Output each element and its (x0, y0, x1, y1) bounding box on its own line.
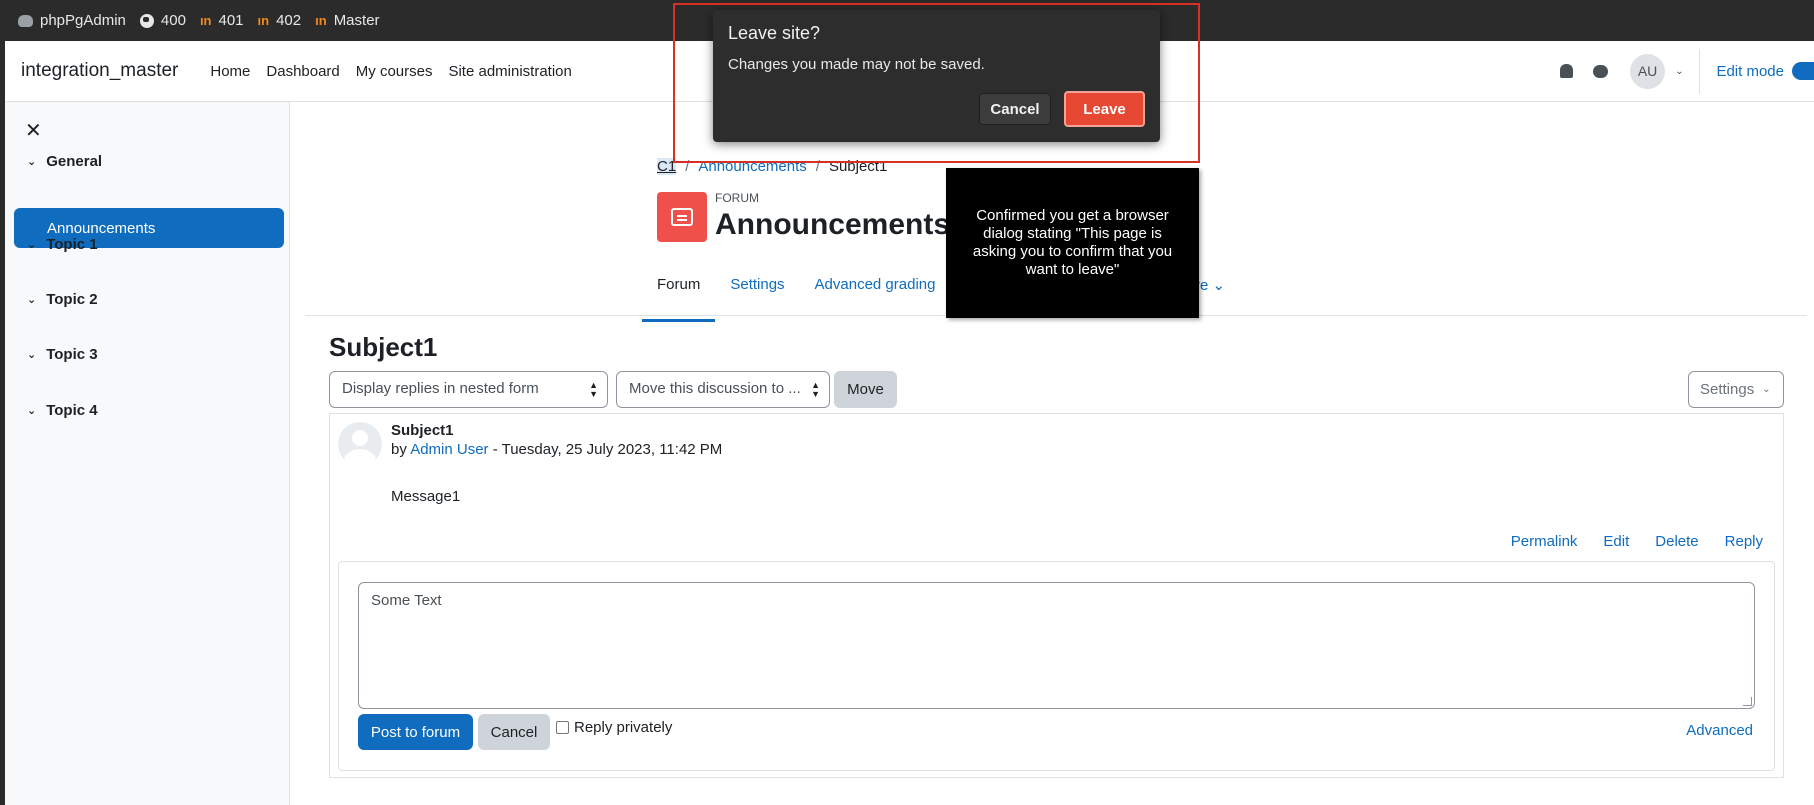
chevron-down-icon[interactable]: ⌄ (27, 348, 36, 361)
nav-home[interactable]: Home (210, 63, 250, 80)
delete-link[interactable]: Delete (1655, 533, 1698, 550)
chevron-down-icon[interactable]: ⌄ (27, 238, 36, 251)
display-mode-value: Display replies in nested form (342, 380, 539, 397)
sidebar-item-label: Announcements (47, 219, 156, 237)
section-label: Topic 2 (46, 291, 98, 308)
annotation-callout: Confirmed you get a browser dialog stati… (946, 168, 1199, 318)
move-discussion-select[interactable]: Move this discussion to ... ▲ ▼ (616, 371, 830, 408)
discussion-settings-button[interactable]: Settings ⌄ (1688, 371, 1784, 408)
activity-type-label: FORUM (715, 191, 759, 205)
permalink-link[interactable]: Permalink (1511, 533, 1578, 550)
nav-my-courses[interactable]: My courses (356, 63, 433, 80)
bookmark-label: phpPgAdmin (40, 12, 126, 29)
select-arrows-icon: ▲ ▼ (811, 380, 820, 399)
section-topic-1[interactable]: ⌄ Topic 1 (27, 236, 98, 253)
section-topic-2[interactable]: ⌄ Topic 2 (27, 291, 98, 308)
move-button[interactable]: Move (834, 371, 897, 408)
dialog-title: Leave site? (728, 23, 821, 43)
nav-dashboard[interactable]: Dashboard (266, 63, 339, 80)
post-to-forum-button[interactable]: Post to forum (358, 714, 473, 750)
advanced-link[interactable]: Advanced (1686, 722, 1753, 739)
chevron-down-icon[interactable]: ⌄ (1675, 66, 1683, 77)
site-brand[interactable]: integration_master (21, 60, 178, 82)
edit-link[interactable]: Edit (1603, 533, 1629, 550)
tab-more[interactable]: re ⌄ (1195, 276, 1225, 294)
bookmark-label: 402 (276, 12, 302, 29)
primary-navigation: Home Dashboard My courses Site administr… (210, 63, 588, 80)
bookmark-401[interactable]: ın 401 (200, 12, 244, 29)
bookmark-label: 401 (218, 12, 244, 29)
section-general[interactable]: ⌄ General (27, 153, 102, 170)
edit-mode-label[interactable]: Edit mode (1716, 63, 1784, 80)
forum-post: Subject1 by Admin User - Tuesday, 25 Jul… (329, 413, 1784, 778)
in-icon: ın (315, 13, 327, 28)
in-icon: ın (257, 13, 270, 28)
reply-textarea[interactable]: Some Text (358, 582, 1755, 709)
bookmark-label: Master (333, 12, 380, 29)
notification-bell-icon[interactable] (1560, 64, 1574, 78)
in-icon: ın (199, 13, 212, 28)
reply-privately-option: Reply privately (556, 719, 672, 736)
user-avatar[interactable]: AU (1630, 53, 1666, 89)
move-discussion-value: Move this discussion to ... (629, 380, 801, 397)
section-label: General (46, 153, 103, 170)
display-mode-select[interactable]: Display replies in nested form ▲ ▼ (329, 371, 608, 408)
dialog-message: Changes you made may not be saved. (728, 56, 985, 73)
page-title: Announcements (715, 208, 951, 241)
select-arrows-icon: ▲ ▼ (589, 380, 598, 399)
course-index-drawer: ✕ ⌄ General Announcements ⌄ Topic 1 ⌄ To… (5, 102, 290, 805)
author-link[interactable]: Admin User (410, 441, 488, 458)
dialog-leave-button[interactable]: Leave (1064, 91, 1145, 127)
bookmark-label: 400 (160, 12, 186, 29)
globe-icon (139, 13, 154, 28)
nav-site-administration[interactable]: Site administration (448, 63, 571, 80)
close-drawer-icon[interactable]: ✕ (25, 118, 42, 143)
messages-chat-icon[interactable] (1593, 64, 1609, 78)
reply-text: Some Text (371, 592, 442, 609)
bookmark-phppgadmin[interactable]: phpPgAdmin (18, 12, 126, 29)
settings-button-label: Settings (1700, 381, 1755, 398)
chevron-down-icon: ⌄ (1762, 384, 1771, 395)
resize-handle-icon[interactable] (1743, 697, 1752, 706)
callout-text: Confirmed you get a browser dialog stati… (972, 207, 1173, 278)
post-message: Message1 (391, 488, 461, 505)
navbar-divider (1699, 48, 1701, 94)
bookmark-400[interactable]: 400 (139, 12, 186, 29)
section-label: Topic 1 (46, 236, 98, 253)
inline-reply-form: Some Text Post to forum Cancel Reply pri… (338, 561, 1775, 771)
elephant-icon (18, 14, 33, 27)
section-label: Topic 3 (46, 346, 98, 363)
edit-mode-toggle[interactable] (1792, 62, 1814, 80)
post-subject: Subject1 (391, 422, 454, 439)
section-label: Topic 4 (46, 402, 98, 419)
chevron-down-icon[interactable]: ⌄ (27, 155, 36, 168)
discussion-title: Subject1 (329, 332, 438, 362)
section-topic-4[interactable]: ⌄ Topic 4 (27, 402, 98, 419)
post-date: - Tuesday, 25 July 2023, 11:42 PM (488, 441, 723, 458)
reply-privately-checkbox[interactable] (556, 721, 569, 734)
reply-link[interactable]: Reply (1725, 533, 1763, 550)
leave-site-dialog: Leave site? Changes you made may not be … (713, 10, 1160, 142)
reply-privately-label[interactable]: Reply privately (574, 719, 672, 736)
chevron-down-icon[interactable]: ⌄ (27, 404, 36, 417)
chevron-down-icon[interactable]: ⌄ (27, 293, 36, 306)
dialog-cancel-button[interactable]: Cancel (979, 93, 1051, 125)
section-topic-3[interactable]: ⌄ Topic 3 (27, 346, 98, 363)
forum-chat-icon (657, 192, 707, 242)
cancel-reply-button[interactable]: Cancel (478, 714, 550, 750)
author-avatar[interactable] (338, 422, 382, 466)
bookmark-master[interactable]: ın Master (315, 12, 379, 29)
navbar-right: AU ⌄ Edit mode (1560, 41, 1814, 101)
post-actions: Permalink Edit Delete Reply (1485, 533, 1763, 550)
post-byline: by Admin User - Tuesday, 25 July 2023, 1… (391, 441, 722, 458)
bookmark-402[interactable]: ın 402 (258, 12, 302, 29)
byline-prefix: by (391, 441, 411, 458)
